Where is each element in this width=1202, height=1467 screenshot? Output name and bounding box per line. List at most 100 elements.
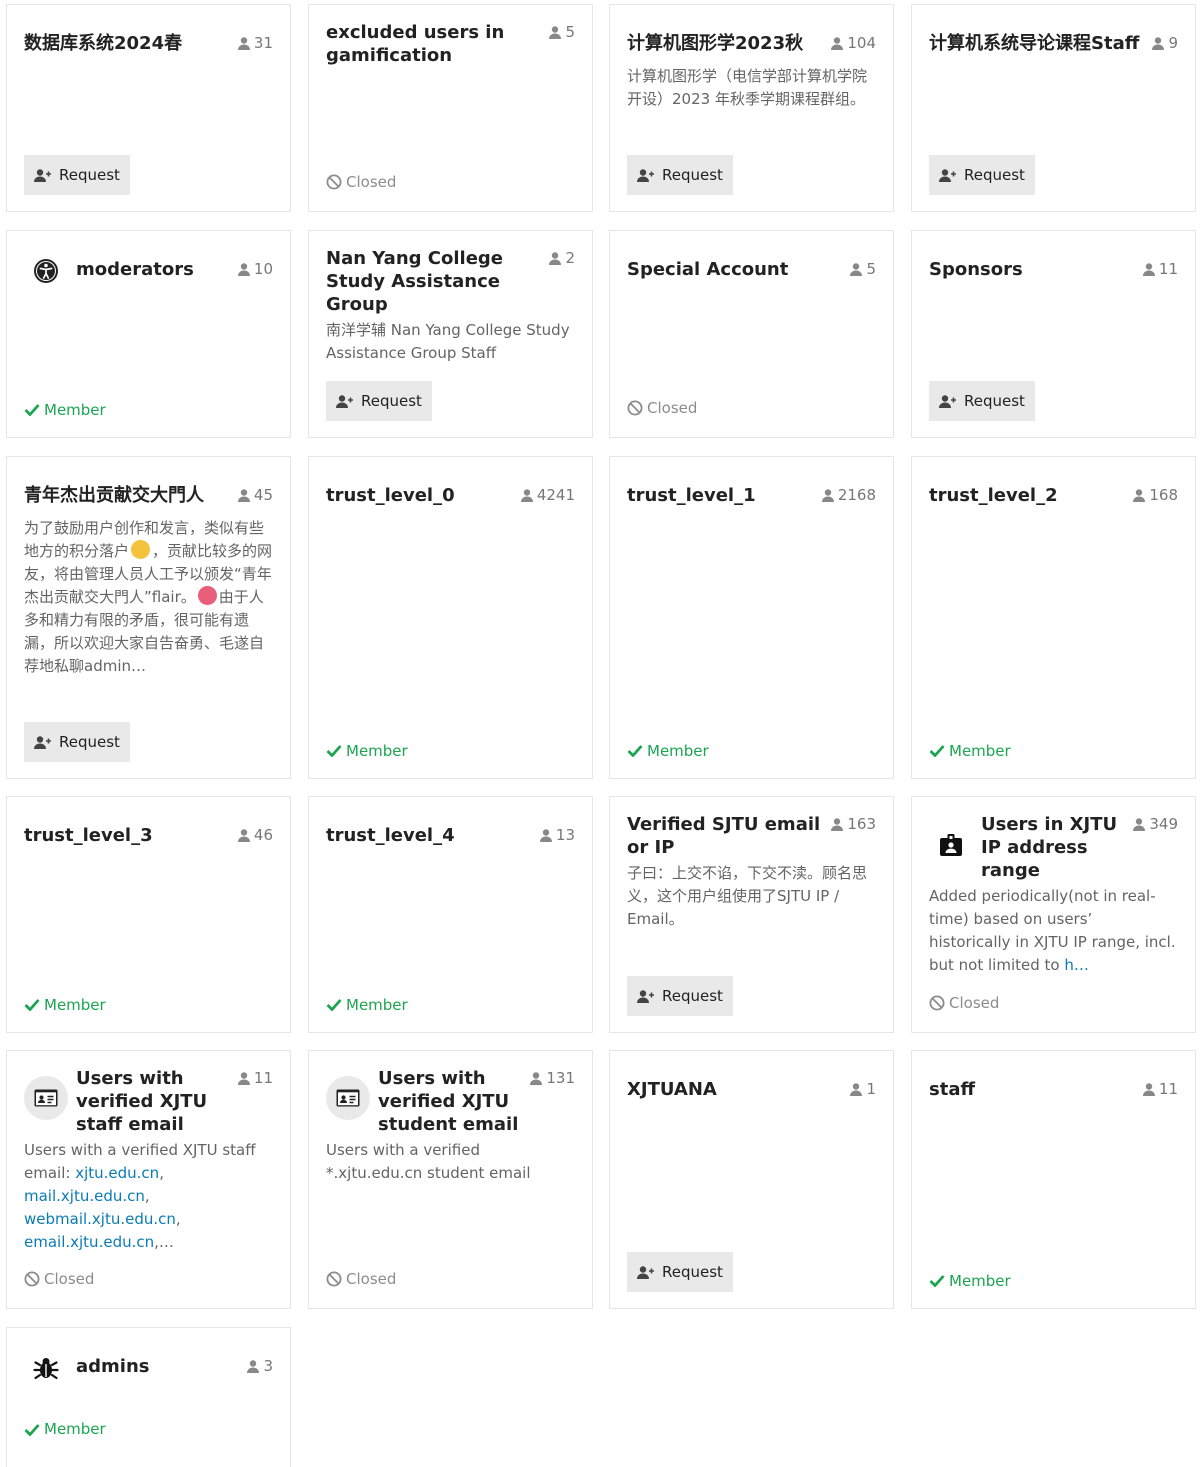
member-count: 104 (831, 32, 876, 55)
group-card[interactable]: Users in XJTU IP address range 349 Added… (911, 796, 1196, 1033)
user-icon (821, 489, 834, 502)
user-icon (237, 489, 250, 502)
group-card[interactable]: trust_level_4 13 Member (308, 796, 593, 1033)
check-icon (24, 1423, 40, 1436)
user-icon (530, 1072, 543, 1085)
group-card[interactable]: 青年杰出贡献交大門人 45 为了鼓励用户创作和发言，类似有些地方的积分落户 ，贡献… (6, 456, 291, 779)
group-description: 为了鼓励用户创作和发言，类似有些地方的积分落户 ，贡献比较多的网友，将由管理人员人… (24, 519, 273, 675)
group-description: Users with a verified *.xjtu.edu.cn stud… (326, 1141, 531, 1182)
user-icon (237, 263, 250, 276)
group-card[interactable]: trust_level_1 2168 Member (609, 456, 894, 779)
description-link[interactable]: xjtu.edu.cn (75, 1164, 159, 1182)
user-plus-icon (336, 394, 353, 408)
group-avatar (24, 249, 68, 293)
user-icon (237, 37, 250, 50)
check-icon (24, 404, 40, 416)
member-count: 9 (1152, 32, 1178, 55)
group-name[interactable]: Users with verified XJTU student email (378, 1067, 522, 1136)
group-name[interactable]: Users with verified XJTU staff email (76, 1067, 230, 1136)
group-card[interactable]: trust_level_2 168 Member (911, 456, 1196, 779)
closed-status: Closed (627, 399, 697, 417)
accessibility-icon (34, 259, 58, 283)
member-count: 11 (1142, 258, 1178, 281)
member-count: 131 (530, 1067, 575, 1090)
group-name[interactable]: 计算机系统导论课程Staff (929, 32, 1148, 55)
rofl-emoji-icon (131, 540, 151, 559)
group-name[interactable]: trust_level_3 (24, 824, 230, 847)
group-name[interactable]: trust_level_2 (929, 484, 1125, 507)
group-name[interactable]: moderators (76, 258, 230, 281)
member-count: 1 (850, 1078, 876, 1101)
request-button[interactable]: Request (627, 1252, 733, 1292)
member-count: 11 (237, 1067, 273, 1090)
group-name[interactable]: 计算机图形学2023秋 (627, 32, 823, 55)
user-icon (549, 26, 562, 39)
group-card[interactable]: Users with verified XJTU staff email 11 … (6, 1050, 291, 1309)
group-name[interactable]: trust_level_1 (627, 484, 814, 507)
description-link[interactable]: webmail.xjtu.edu.cn (24, 1210, 176, 1228)
user-icon (1133, 489, 1146, 502)
user-icon (831, 818, 844, 831)
user-plus-icon (637, 989, 654, 1003)
request-button[interactable]: Request (24, 155, 130, 195)
description-link[interactable]: email.xjtu.edu.cn (24, 1233, 154, 1251)
group-name[interactable]: staff (929, 1078, 1135, 1101)
closed-status: Closed (929, 994, 999, 1012)
group-name[interactable]: excluded users in gamification (326, 21, 541, 67)
group-name[interactable]: trust_level_0 (326, 484, 513, 507)
group-name[interactable]: 数据库系统2024春 (24, 32, 230, 55)
user-icon (1142, 1083, 1155, 1096)
check-icon (929, 745, 945, 757)
group-card[interactable]: 计算机系统导论课程Staff 9 Request (911, 4, 1196, 212)
group-card[interactable]: moderators 10 Member (6, 230, 291, 438)
group-card[interactable]: 计算机图形学2023秋 104 计算机图形学（电信学部计算机学院开设）2023 … (609, 4, 894, 212)
group-name[interactable]: 青年杰出贡献交大門人 (24, 484, 230, 507)
request-button[interactable]: Request (929, 155, 1035, 195)
request-button[interactable]: Request (326, 381, 432, 421)
group-card[interactable]: staff 11 Member (911, 1050, 1196, 1309)
group-name[interactable]: Users in XJTU IP address range (981, 813, 1125, 882)
user-icon (247, 1360, 260, 1373)
member-status: Member (24, 1420, 106, 1438)
group-name[interactable]: trust_level_4 (326, 824, 532, 847)
request-button[interactable]: Request (929, 381, 1035, 421)
member-count: 3 (247, 1355, 273, 1378)
group-name[interactable]: admins (76, 1355, 239, 1378)
group-card[interactable]: trust_level_0 4241 Member (308, 456, 593, 779)
group-name[interactable]: Sponsors (929, 258, 1135, 281)
group-card[interactable]: Sponsors 11 Request (911, 230, 1196, 438)
user-plus-icon (34, 735, 51, 749)
description-link[interactable]: mail.xjtu.edu.cn (24, 1187, 145, 1205)
description-link[interactable]: h… (1064, 956, 1089, 974)
member-count: 2168 (821, 484, 876, 507)
group-card[interactable]: Users with verified XJTU student email 1… (308, 1050, 593, 1309)
group-card[interactable]: Nan Yang College Study Assistance Group … (308, 230, 593, 438)
user-icon (850, 1083, 863, 1096)
group-name[interactable]: XJTUANA (627, 1078, 842, 1101)
closed-status: Closed (326, 1270, 396, 1288)
group-description: 子曰：上交不谄，下交不渎。顾名思义，这个用户组使用了SJTU IP / Emai… (627, 864, 868, 928)
request-button[interactable]: Request (24, 722, 130, 762)
request-button[interactable]: Request (627, 976, 733, 1016)
group-name[interactable]: Special Account (627, 258, 842, 281)
member-count: 45 (237, 484, 273, 507)
group-card[interactable]: admins 3 Member (6, 1327, 291, 1467)
group-name[interactable]: Verified SJTU email or IP (627, 813, 823, 859)
member-status: Member (326, 742, 408, 760)
request-button[interactable]: Request (627, 155, 733, 195)
group-card[interactable]: Special Account 5 Closed (609, 230, 894, 438)
group-card[interactable]: trust_level_3 46 Member (6, 796, 291, 1033)
group-card[interactable]: Verified SJTU email or IP 163 子曰：上交不谄，下交… (609, 796, 894, 1033)
member-status: Member (326, 996, 408, 1014)
group-card[interactable]: 数据库系统2024春 31 Request (6, 4, 291, 212)
group-name[interactable]: Nan Yang College Study Assistance Group (326, 247, 541, 316)
user-icon (549, 252, 562, 265)
bug-icon (33, 1358, 59, 1380)
user-icon (1142, 263, 1155, 276)
user-icon (520, 489, 533, 502)
group-card[interactable]: excluded users in gamification 5 Closed (308, 4, 593, 212)
group-card[interactable]: XJTUANA 1 Request (609, 1050, 894, 1309)
ban-icon (627, 400, 643, 416)
member-count: 31 (237, 32, 273, 55)
user-plus-icon (637, 1265, 654, 1279)
